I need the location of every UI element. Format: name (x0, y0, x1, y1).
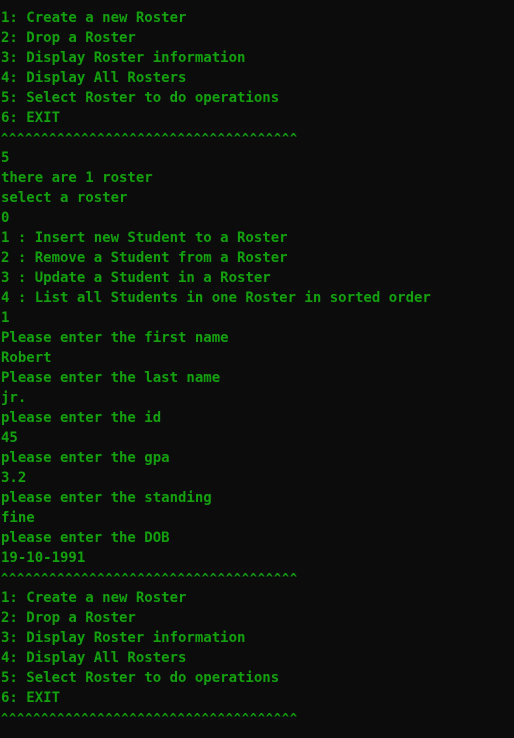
console-line: 5 (1, 150, 10, 166)
console-line: there are 1 roster (1, 170, 153, 186)
console-line: 4: Display All Rosters (1, 650, 187, 666)
console-line: 4 : List all Students in one Roster in s… (1, 290, 431, 306)
console-line: 6: EXIT (1, 690, 61, 706)
console-line: 5: Select Roster to do operations (1, 90, 280, 106)
console-line: 2: Drop a Roster (1, 30, 136, 46)
console-line: please enter the DOB (1, 530, 170, 546)
console-line: 1 (1, 310, 10, 326)
console-line: 1 : Insert new Student to a Roster (1, 230, 288, 246)
separator-line: ^^^^^^^^^^^^^^^^^^^^^^^^^^^^^^^^^^^^^ (1, 131, 298, 145)
console-line: Please enter the last name (1, 370, 221, 386)
console-line: select a roster (1, 190, 128, 206)
separator-line: ^^^^^^^^^^^^^^^^^^^^^^^^^^^^^^^^^^^^^ (1, 711, 298, 725)
console-line: please enter the gpa (1, 450, 170, 466)
separator-line: ^^^^^^^^^^^^^^^^^^^^^^^^^^^^^^^^^^^^^ (1, 571, 298, 585)
console-output[interactable]: 1: Create a new Roster 2: Drop a Roster … (0, 0, 514, 738)
console-line: 3: Display Roster information (1, 630, 246, 646)
console-line: 45 (1, 430, 18, 446)
console-line: please enter the id (1, 410, 162, 426)
console-line: 0 (1, 210, 10, 226)
console-line: 1: Create a new Roster (1, 10, 187, 26)
console-line: 1: Create a new Roster (1, 590, 187, 606)
console-line: 3.2 (1, 470, 27, 486)
console-line: 3: Display Roster information (1, 50, 246, 66)
console-line: 2 : Remove a Student from a Roster (1, 250, 288, 266)
console-line: 5: Select Roster to do operations (1, 670, 280, 686)
console-line: Please enter the first name (1, 330, 229, 346)
console-line: jr. (1, 390, 27, 406)
console-line: fine (1, 510, 35, 526)
console-line: 2: Drop a Roster (1, 610, 136, 626)
console-line: 6: EXIT (1, 110, 61, 126)
console-line: 3 : Update a Student in a Roster (1, 270, 271, 286)
console-line: 4: Display All Rosters (1, 70, 187, 86)
console-line: 19-10-1991 (1, 550, 86, 566)
console-line: please enter the standing (1, 490, 212, 506)
console-line: Robert (1, 350, 52, 366)
